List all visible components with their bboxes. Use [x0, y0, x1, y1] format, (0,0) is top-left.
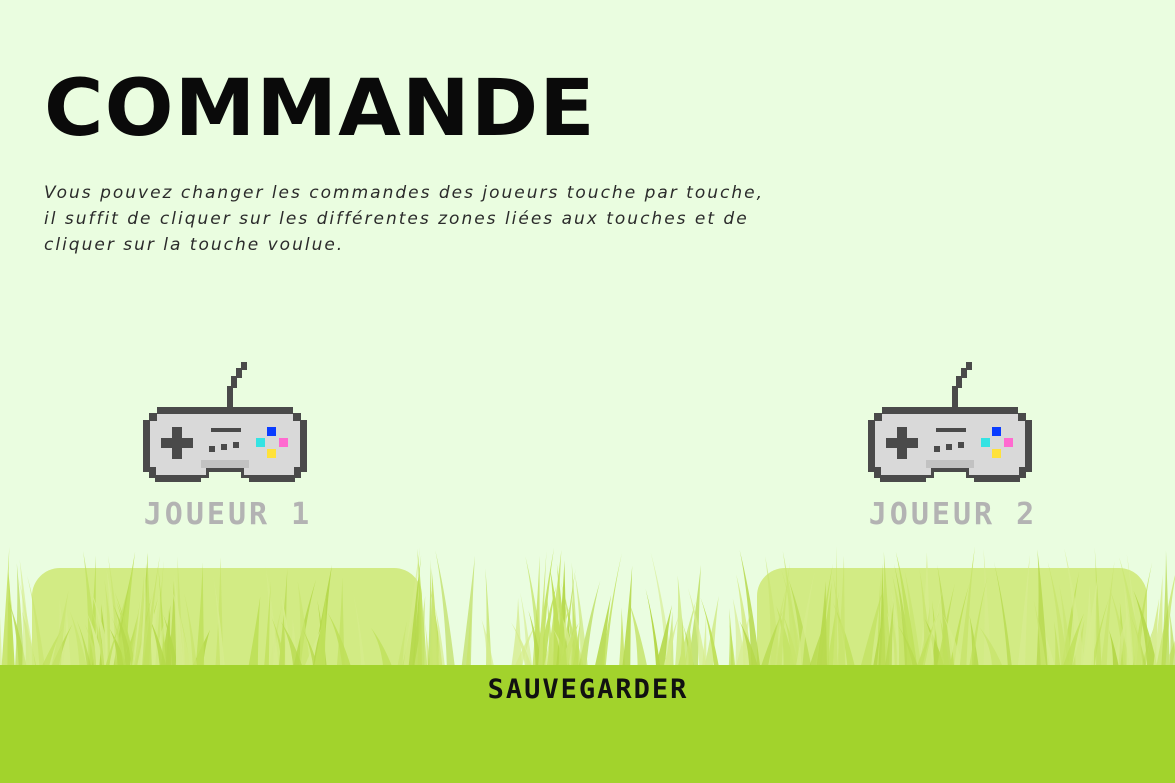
player-2-label: JOUEUR 2 [868, 497, 1038, 532]
gamepad-icon [868, 362, 1032, 482]
save-button[interactable]: SAUVEGARDER [448, 666, 728, 714]
controls-screen: COMMANDE Vous pouvez changer les command… [0, 0, 1175, 783]
player-2-controls[interactable]: JOUEUR 2 [823, 356, 1083, 536]
page-title: COMMANDE [44, 64, 596, 154]
gamepad-icon [143, 362, 307, 482]
grass-decoration [0, 546, 1175, 670]
player-1-label: JOUEUR 1 [143, 497, 313, 532]
player-1-controls[interactable]: JOUEUR 1 [98, 356, 358, 536]
page-description: Vous pouvez changer les commandes des jo… [44, 183, 764, 255]
